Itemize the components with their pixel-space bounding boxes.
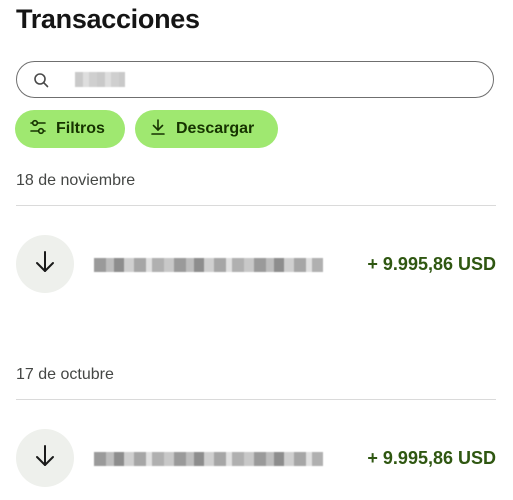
transaction-icon[interactable]	[16, 429, 74, 487]
transaction-name-redacted[interactable]	[94, 452, 323, 466]
date-header: 18 de noviembre	[16, 172, 136, 189]
arrow-down-icon	[32, 443, 58, 474]
filters-label: Filtros	[56, 120, 105, 137]
download-label: Descargar	[176, 120, 255, 137]
search-input[interactable]	[17, 62, 493, 97]
filter-sliders-icon	[29, 118, 47, 141]
transaction-icon[interactable]	[16, 235, 74, 293]
download-button[interactable]: Descargar	[135, 110, 278, 148]
transaction-name-redacted[interactable]	[94, 258, 323, 272]
date-header: 17 de octubre	[16, 366, 114, 383]
transaction-amount[interactable]: + 9.995,86 USD	[367, 448, 496, 469]
page-title: Transacciones	[16, 4, 200, 34]
arrow-down-icon	[32, 249, 58, 280]
filters-button[interactable]: Filtros	[15, 110, 125, 148]
divider	[16, 205, 496, 206]
search-bar[interactable]	[16, 61, 494, 98]
divider	[16, 399, 496, 400]
download-icon	[149, 118, 167, 141]
transaction-amount[interactable]: + 9.995,86 USD	[367, 254, 496, 275]
